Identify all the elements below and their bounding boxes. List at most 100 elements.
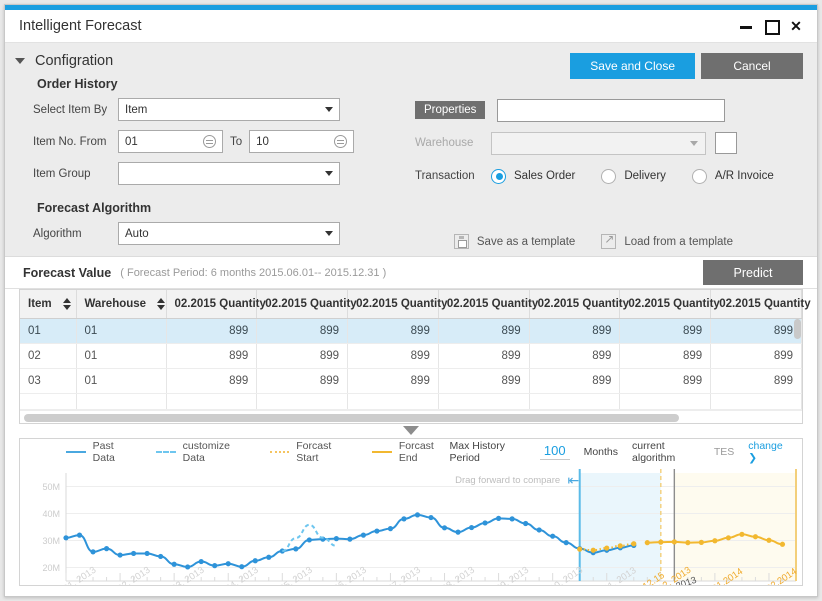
column-header-quantity[interactable]: 02.2015 Quantity: [347, 290, 447, 319]
radio-sales-order[interactable]: Sales Order: [491, 168, 575, 184]
chevron-down-icon: [690, 140, 698, 146]
warehouse-picker-button[interactable]: [715, 132, 737, 154]
forecast-band: [674, 472, 796, 581]
save-icon: [453, 234, 469, 249]
cell-quantity: 899: [619, 318, 712, 344]
warehouse-dropdown[interactable]: [491, 131, 706, 155]
column-header-quantity[interactable]: 02.2015 Quantity: [529, 290, 629, 319]
minimize-icon[interactable]: [739, 19, 753, 33]
sort-icon[interactable]: [157, 297, 166, 310]
cell-quantity: 899: [347, 318, 439, 344]
save-and-close-button[interactable]: Save and Close: [570, 53, 695, 79]
predict-button[interactable]: Predict: [703, 260, 803, 285]
close-icon[interactable]: ✕: [789, 19, 803, 33]
data-point: [577, 546, 583, 552]
cell-quantity: 899: [166, 343, 258, 369]
y-axis-tick-label: 30M: [42, 536, 60, 546]
cell-quantity: 899: [347, 343, 439, 369]
load-from-template-action[interactable]: Load from a template: [601, 232, 733, 249]
cell-quantity: 899: [529, 343, 621, 369]
column-header-quantity[interactable]: 02.2015 Quantity: [619, 290, 720, 319]
data-point: [333, 535, 339, 541]
select-item-by-value: Item: [125, 103, 148, 116]
chart-controls: Max History Period 100 Months current al…: [450, 440, 792, 464]
column-header-warehouse[interactable]: Warehouse: [76, 290, 167, 319]
table-row-empty: [20, 393, 802, 410]
table-row[interactable]: 02 01 899 899 899 899 899 899 899: [20, 343, 802, 369]
app-window: Intelligent Forecast ✕ Save and Close Ca…: [4, 4, 818, 597]
data-point: [712, 537, 718, 543]
column-header-item[interactable]: Item: [20, 290, 77, 319]
panel-collapse-toggle[interactable]: [5, 423, 817, 438]
cell-quantity: 899: [166, 318, 258, 344]
forecast-chart-panel: Past Data customize Data Forcast Start F…: [19, 437, 803, 586]
table-vertical-scrollbar[interactable]: [794, 319, 801, 339]
column-header-quantity[interactable]: 02.2015 Quantity: [710, 290, 811, 319]
y-axis-tick-label: 50M: [42, 482, 60, 492]
cell-quantity: 899: [438, 368, 530, 394]
select-item-by-dropdown[interactable]: Item: [118, 98, 340, 121]
data-point: [130, 550, 137, 556]
data-point: [509, 515, 515, 521]
algorithm-dropdown[interactable]: Auto: [118, 222, 340, 245]
item-group-dropdown[interactable]: [118, 162, 340, 185]
maximize-icon[interactable]: [764, 19, 780, 35]
data-point: [482, 519, 488, 526]
chart-svg: 20M30M40M50M01. 2013 02. 2013 03. 2013 04. …: [42, 468, 799, 585]
properties-button[interactable]: Properties: [415, 101, 486, 119]
legend-label: customize Data: [182, 439, 230, 464]
list-picker-icon[interactable]: [203, 135, 216, 148]
cell-quantity: 899: [710, 343, 802, 369]
cell-item: 01: [20, 318, 77, 344]
properties-input[interactable]: [497, 98, 726, 122]
template-actions: Save as a template Load from a template: [415, 232, 803, 249]
properties-row: Properties: [415, 96, 803, 124]
item-no-from-input[interactable]: 01: [118, 130, 223, 153]
chart-legend: Past Data customize Data Forcast Start F…: [66, 440, 450, 464]
transaction-label: Transaction: [415, 170, 475, 182]
select-item-by-label: Select Item By: [33, 103, 108, 116]
radio-ar-invoice[interactable]: A/R Invoice: [691, 168, 774, 184]
cancel-button[interactable]: Cancel: [701, 53, 803, 79]
drag-hint-label: Drag forward to compare: [455, 475, 560, 486]
data-point: [428, 514, 434, 520]
data-point: [266, 554, 272, 560]
data-point: [604, 544, 610, 551]
change-algorithm-link[interactable]: change ❯: [748, 440, 788, 464]
title-bar: Intelligent Forecast ✕: [5, 10, 817, 43]
data-point: [725, 534, 732, 540]
list-picker-icon[interactable]: [334, 135, 348, 148]
item-no-to-input[interactable]: 10: [249, 130, 355, 153]
table-row[interactable]: 03 01 899 899 899 899 899 899 899: [20, 368, 802, 394]
scrollbar-thumb[interactable]: [24, 413, 679, 422]
cell-warehouse: 01: [76, 318, 167, 344]
data-point: [401, 515, 407, 521]
table-row[interactable]: 01 01 899 899 899 899 899 899 899: [20, 318, 802, 344]
radio-icon: [491, 168, 506, 184]
data-point: [441, 524, 448, 530]
column-header-quantity[interactable]: 02.2015 Quantity: [256, 290, 357, 319]
data-point: [414, 511, 421, 517]
column-header-quantity[interactable]: 02.2015 Quantity: [438, 290, 538, 319]
max-history-period-input[interactable]: 100: [539, 443, 570, 460]
page-title: Intelligent Forecast: [19, 18, 142, 34]
load-from-template-label: Load from a template: [624, 235, 733, 248]
data-point: [293, 545, 299, 551]
data-point: [766, 537, 772, 543]
data-point: [374, 527, 380, 534]
radio-delivery[interactable]: Delivery: [601, 168, 666, 184]
forecast-period-text: ( Forecast Period: 6 months 2015.06.01--…: [120, 266, 387, 279]
data-point: [779, 541, 786, 547]
sort-icon[interactable]: [62, 297, 72, 310]
collapse-chevron-icon[interactable]: [15, 58, 25, 64]
column-header-quantity[interactable]: 02.2015 Quantity: [166, 290, 266, 319]
config-right-column: Properties Warehouse Transaction Sales O…: [415, 96, 817, 195]
radio-label: Delivery: [624, 170, 666, 182]
data-point: [631, 540, 637, 546]
cell-quantity: 899: [529, 368, 621, 394]
table-horizontal-scrollbar[interactable]: [20, 409, 802, 423]
cell-quantity: 899: [619, 368, 712, 394]
save-as-template-action[interactable]: Save as a template: [453, 234, 575, 249]
chevron-down-icon: [325, 171, 333, 176]
transaction-row: Transaction Sales Order Delivery A/R Inv…: [415, 162, 803, 190]
